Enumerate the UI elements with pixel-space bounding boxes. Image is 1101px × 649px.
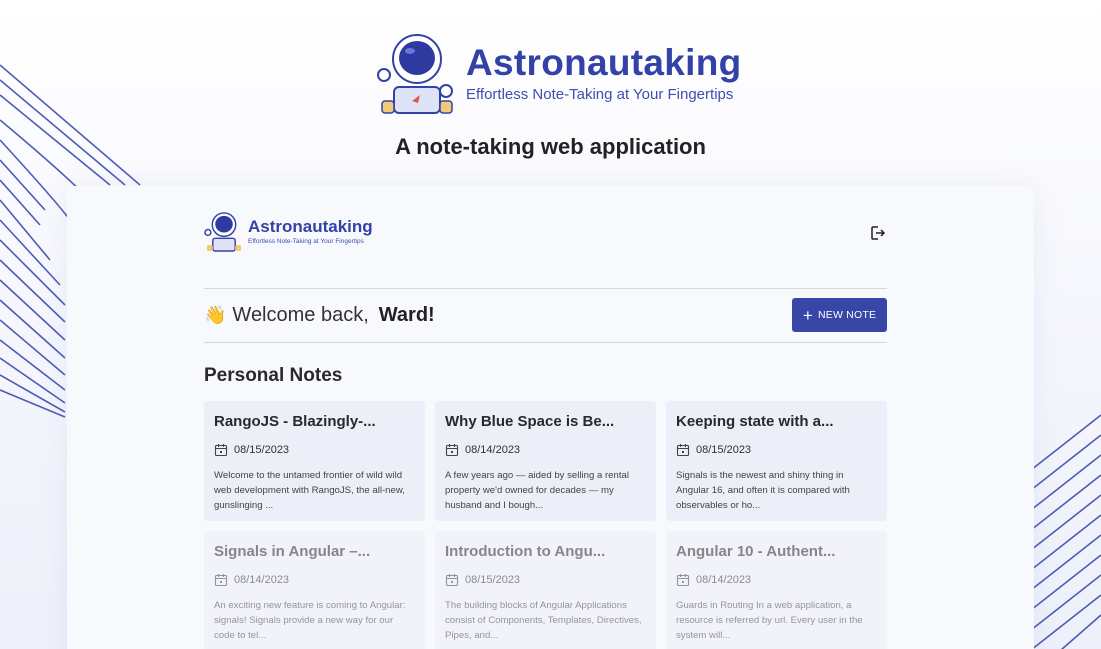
note-date: 08/14/2023: [445, 443, 646, 457]
plus-icon: +: [802, 305, 813, 325]
note-title: Keeping state with a...: [676, 413, 834, 430]
app-header: Astronautaking Effortless Note-Taking at…: [204, 208, 887, 258]
hero-brand-name: Astronautaking: [466, 41, 742, 83]
welcome-message: 👋 Welcome back, Ward!: [204, 304, 435, 327]
hero-tagline: Effortless Note-Taking at Your Fingertip…: [466, 85, 734, 103]
welcome-prefix: Welcome back,: [232, 303, 369, 326]
decorative-lines-right: [1031, 414, 1101, 649]
app-content: Astronautaking Effortless Note-Taking at…: [204, 186, 887, 649]
calendar-icon: [445, 574, 459, 587]
note-date-text: 08/14/2023: [234, 574, 290, 586]
waving-hand-icon: 👋: [204, 304, 227, 325]
note-date-text: 08/15/2023: [696, 444, 752, 456]
logout-icon: [871, 226, 886, 240]
app-tagline: Effortless Note-Taking at Your Fingertip…: [248, 238, 364, 245]
note-title: RangoJS - Blazingly-...: [214, 413, 376, 430]
astronaut-logo-icon: [204, 212, 242, 252]
hero-subtitle: A note-taking web application: [395, 134, 706, 159]
note-card[interactable]: Introduction to Angu... 08/15/2023 The b…: [435, 531, 656, 649]
app-window: Astronautaking Effortless Note-Taking at…: [67, 186, 1034, 649]
app-brand-name: Astronautaking: [248, 217, 373, 236]
note-card[interactable]: Why Blue Space is Be... 08/14/2023 A few…: [435, 401, 656, 521]
note-card[interactable]: Angular 10 - Authent... 08/14/2023 Guard…: [666, 531, 887, 649]
note-title: Angular 10 - Authent...: [676, 543, 836, 560]
username: Ward!: [378, 303, 435, 326]
hero-logo: Astronautaking Effortless Note-Taking at…: [376, 26, 746, 118]
note-date: 08/14/2023: [214, 573, 415, 587]
note-title: Introduction to Angu...: [445, 543, 606, 560]
logout-button[interactable]: [869, 224, 887, 242]
note-date-text: 08/14/2023: [465, 444, 521, 456]
note-date: 08/15/2023: [445, 573, 646, 587]
calendar-icon: [445, 444, 459, 457]
note-date-text: 08/14/2023: [696, 574, 752, 586]
note-title: Why Blue Space is Be...: [445, 413, 615, 430]
note-date: 08/14/2023: [676, 573, 877, 587]
divider-top: [204, 288, 887, 289]
note-excerpt: Welcome to the untamed frontier of wild …: [214, 470, 405, 511]
section-title: Personal Notes: [204, 365, 343, 386]
calendar-icon: [676, 574, 690, 587]
note-excerpt: Guards in Routing In a web application, …: [676, 600, 863, 641]
note-title: Signals in Angular –...: [214, 543, 371, 560]
note-card[interactable]: Signals in Angular –... 08/14/2023 An ex…: [204, 531, 425, 649]
new-note-label: NEW NOTE: [817, 309, 877, 321]
calendar-icon: [214, 574, 228, 587]
astronaut-logo-icon: [377, 34, 453, 114]
note-card[interactable]: RangoJS - Blazingly-... 08/15/2023 Welco…: [204, 401, 425, 521]
welcome-row: 👋 Welcome back, Ward! + NEW NOTE: [204, 298, 887, 332]
divider-bottom: [204, 342, 887, 343]
note-date-text: 08/15/2023: [465, 574, 521, 586]
note-card[interactable]: Keeping state with a... 08/15/2023 Signa…: [666, 401, 887, 521]
note-excerpt: An exciting new feature is coming to Ang…: [214, 600, 406, 641]
note-excerpt: Signals is the newest and shiny thing in…: [676, 470, 850, 511]
note-date: 08/15/2023: [214, 443, 415, 457]
note-date-text: 08/15/2023: [234, 444, 290, 456]
note-excerpt: The building blocks of Angular Applicati…: [445, 600, 642, 641]
notes-grid: RangoJS - Blazingly-... 08/15/2023 Welco…: [204, 401, 887, 649]
new-note-button[interactable]: + NEW NOTE: [792, 298, 887, 332]
calendar-icon: [214, 444, 228, 457]
calendar-icon: [676, 444, 690, 457]
note-date: 08/15/2023: [676, 443, 877, 457]
note-excerpt: A few years ago — aided by selling a ren…: [445, 470, 629, 511]
app-logo[interactable]: Astronautaking Effortless Note-Taking at…: [204, 208, 887, 254]
